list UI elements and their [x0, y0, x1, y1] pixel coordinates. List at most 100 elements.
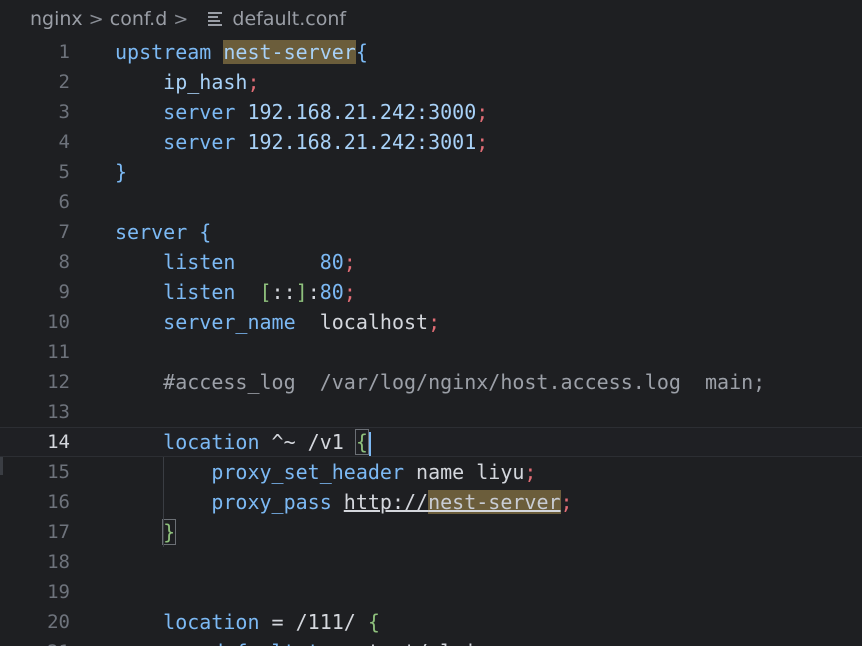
line-number: 9 — [58, 281, 70, 303]
indent-guide — [163, 457, 164, 547]
code-line-7[interactable]: 7 server { — [0, 217, 862, 247]
line-code: #access_log /var/log/nginx/host.access.l… — [115, 367, 765, 397]
line-number: 12 — [47, 371, 70, 393]
code-token: 80 — [319, 250, 344, 274]
line-code: server 192.168.21.242:3000; — [115, 97, 488, 127]
code-line-5[interactable]: 5} — [0, 157, 862, 187]
line-number: 13 — [47, 401, 70, 423]
code-token: ip_hash — [115, 70, 248, 94]
line-number: 15 — [47, 461, 70, 483]
line-code: } — [115, 157, 127, 187]
code-token: { — [199, 220, 212, 244]
line-code: listen 80; — [115, 247, 356, 277]
code-token: { — [367, 610, 380, 634]
code-token: ; — [343, 280, 356, 304]
line-number: 16 — [47, 491, 70, 513]
code-token: ; — [428, 310, 441, 334]
code-token: ; — [476, 130, 489, 154]
code-line-19[interactable]: 19 — [0, 577, 862, 607]
breadcrumb-folder-nginx[interactable]: nginx — [30, 8, 83, 30]
line-number: 8 — [58, 251, 70, 273]
code-token: } — [115, 160, 128, 184]
code-token: { — [354, 429, 369, 455]
line-code: default_type text/plain — [115, 637, 488, 646]
code-line-9[interactable]: 9 listen [::]:80; — [0, 277, 862, 307]
code-token: ; — [524, 460, 537, 484]
highlighted-match: nest-server — [223, 40, 356, 64]
line-number: 14 — [47, 431, 70, 453]
code-token: text/plain — [368, 640, 488, 646]
line-number: 20 — [47, 611, 70, 633]
code-line-6[interactable]: 6 — [0, 187, 862, 217]
code-line-4[interactable]: 4 server 192.168.21.242:3001; — [0, 127, 862, 157]
code-token: ; — [560, 490, 573, 514]
breadcrumb-folder-confd[interactable]: conf.d — [110, 8, 168, 30]
code-token: server — [115, 220, 200, 244]
line-number: 10 — [47, 311, 70, 333]
line-code: server 192.168.21.242:3001; — [115, 127, 488, 157]
text-cursor — [368, 431, 371, 456]
line-number: 21 — [0, 637, 70, 646]
code-line-3[interactable]: 3 server 192.168.21.242:3000; — [0, 97, 862, 127]
line-number: 4 — [58, 131, 70, 153]
breadcrumb-file-default-conf[interactable]: default.conf — [232, 8, 346, 30]
code-line-21[interactable]: 21 default_type text/plain — [0, 637, 862, 646]
code-line-14[interactable]: 14 location ^~ /v1 { — [0, 427, 862, 457]
code-line-17[interactable]: 17 } — [0, 517, 862, 547]
code-line-18[interactable]: 18 — [0, 547, 862, 577]
line-code: server { — [115, 217, 211, 247]
code-line-13[interactable]: 13 — [0, 397, 862, 427]
code-token: ] — [295, 280, 308, 304]
code-token: proxy_pass — [115, 490, 344, 514]
code-token: listen — [115, 280, 260, 304]
chevron-right-icon: > — [173, 8, 189, 30]
code-token: 80 — [319, 280, 344, 304]
line-number: 6 — [58, 191, 70, 213]
code-token: server_name — [115, 310, 320, 334]
code-token: proxy_set_header — [115, 460, 417, 484]
line-number: 5 — [58, 161, 70, 183]
code-token: [ — [259, 280, 272, 304]
code-line-11[interactable]: 11 — [0, 337, 862, 367]
code-token: upstream — [115, 40, 224, 64]
code-token: 192.168.21.242:3001 — [247, 130, 477, 154]
code-line-15[interactable]: 15 proxy_set_header name liyu; — [0, 457, 862, 487]
line-code: ip_hash; — [115, 67, 260, 97]
code-token: } — [162, 519, 177, 545]
line-number: 2 — [58, 71, 70, 93]
highlighted-match: nest-server — [428, 490, 561, 514]
line-code: proxy_set_header name liyu; — [115, 457, 536, 487]
line-code: upstream nest-server{ — [115, 38, 368, 67]
code-token: #access_log /var/log/nginx/host.access.l… — [115, 370, 766, 394]
code-token: :: — [271, 280, 296, 304]
line-number: 18 — [47, 551, 70, 573]
line-number: 1 — [58, 41, 70, 63]
code-line-12[interactable]: 12 #access_log /var/log/nginx/host.acces… — [0, 367, 862, 397]
code-token: = /111/ — [271, 610, 368, 634]
code-line-20[interactable]: 20 location = /111/ { — [0, 607, 862, 637]
code-token: ; — [247, 70, 260, 94]
code-token: localhost — [319, 310, 429, 334]
code-line-2[interactable]: 2 ip_hash; — [0, 67, 862, 97]
code-token: 192.168.21.242:3000 — [247, 100, 477, 124]
code-token: : — [307, 280, 320, 304]
breadcrumb: nginx > conf.d > default.conf — [0, 0, 862, 38]
code-line-16[interactable]: 16 proxy_pass http://nest-server; — [0, 487, 862, 517]
line-code: location ^~ /v1 { — [115, 428, 371, 456]
code-token: { — [355, 40, 368, 64]
line-number: 19 — [47, 581, 70, 603]
code-token: name liyu — [416, 460, 525, 484]
code-line-8[interactable]: 8 listen 80; — [0, 247, 862, 277]
code-editor[interactable]: 1 upstream nest-server{2 ip_hash; 3 server… — [0, 38, 862, 646]
code-token: default_type — [115, 640, 368, 646]
line-number: 7 — [58, 221, 70, 243]
line-number: 17 — [47, 521, 70, 543]
code-token: ; — [343, 250, 356, 274]
chevron-right-icon: > — [88, 8, 104, 30]
file-lines-icon — [208, 12, 223, 26]
code-line-1[interactable]: 1 upstream nest-server{ — [0, 38, 862, 67]
code-line-10[interactable]: 10 server_name localhost; — [0, 307, 862, 337]
line-code: server_name localhost; — [115, 307, 440, 337]
url-link[interactable]: http://nest-server — [344, 490, 561, 514]
